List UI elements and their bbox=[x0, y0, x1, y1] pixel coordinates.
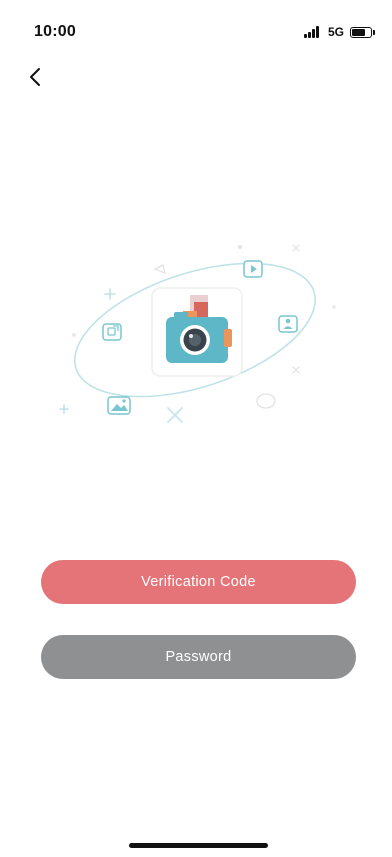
camera-icon bbox=[166, 312, 232, 363]
play-icon bbox=[243, 260, 263, 278]
signal-icon bbox=[303, 26, 322, 38]
login-illustration bbox=[40, 225, 352, 435]
share-icon bbox=[102, 323, 122, 341]
camera-card bbox=[151, 287, 243, 377]
home-indicator[interactable] bbox=[129, 843, 268, 848]
image-icon bbox=[107, 396, 131, 415]
battery-icon bbox=[350, 26, 375, 38]
chevron-left-icon bbox=[30, 68, 40, 86]
status-time: 10:00 bbox=[34, 23, 76, 40]
password-button[interactable]: Password bbox=[41, 635, 356, 679]
battery-fill bbox=[352, 28, 365, 36]
status-indicators: 5G bbox=[303, 24, 375, 40]
verification-code-button[interactable]: Verification Code bbox=[41, 560, 356, 604]
back-button[interactable] bbox=[22, 64, 48, 90]
network-label: 5G bbox=[327, 25, 344, 39]
user-icon bbox=[278, 315, 298, 333]
status-bar: 10:00 5G bbox=[0, 0, 392, 56]
